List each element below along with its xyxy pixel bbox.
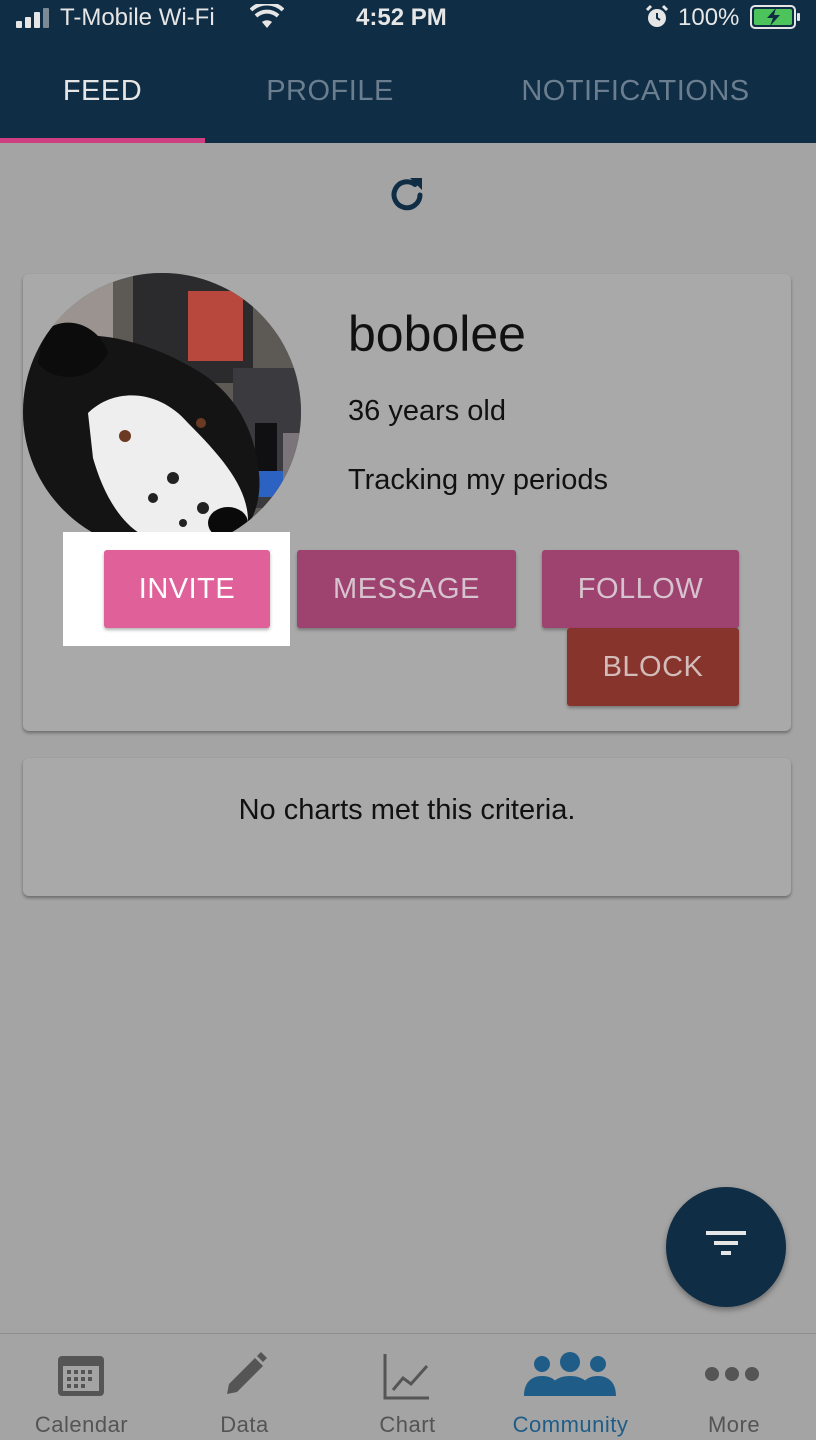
nav-item-community[interactable]: Community: [489, 1334, 652, 1440]
nav-label-chart: Chart: [379, 1412, 436, 1437]
block-button[interactable]: BLOCK: [567, 628, 739, 706]
calendar-icon: [58, 1356, 104, 1396]
refresh-icon[interactable]: [384, 172, 430, 218]
top-tabs: FEED PROFILE NOTIFICATIONS: [0, 60, 816, 143]
nav-item-data[interactable]: Data: [163, 1334, 326, 1440]
more-icon: [705, 1367, 759, 1381]
profile-age: 36 years old: [348, 395, 506, 427]
active-tab-indicator: [0, 138, 205, 143]
follow-button[interactable]: FOLLOW: [542, 550, 739, 628]
nav-item-chart[interactable]: Chart: [326, 1334, 489, 1440]
avatar: [23, 273, 301, 551]
battery-percent: 100%: [678, 4, 740, 31]
nav-item-more[interactable]: More: [652, 1334, 816, 1440]
wifi-icon: [250, 4, 284, 28]
empty-state-text: No charts met this criteria.: [238, 794, 576, 826]
battery-charging-icon: [750, 5, 800, 29]
invite-button[interactable]: INVITE: [104, 550, 270, 628]
nav-label-calendar: Calendar: [34, 1412, 129, 1437]
clock-time: 4:52 PM: [356, 4, 447, 31]
dog-photo: [23, 273, 301, 551]
profile-username: bobolee: [348, 306, 526, 362]
filter-icon: [706, 1231, 746, 1255]
filter-button[interactable]: [666, 1187, 786, 1307]
tab-feed[interactable]: FEED: [0, 60, 205, 143]
nav-item-calendar[interactable]: Calendar: [0, 1334, 163, 1440]
nav-label-community: Community: [512, 1412, 629, 1437]
people-icon: [524, 1352, 616, 1396]
nav-label-data: Data: [220, 1412, 269, 1437]
message-button[interactable]: MESSAGE: [297, 550, 516, 628]
bottom-nav: Calendar Data Chart Community More: [0, 1333, 816, 1440]
status-bar: T-Mobile Wi-Fi 4:52 PM 100%: [0, 0, 816, 40]
carrier-name: T-Mobile Wi-Fi: [60, 4, 215, 31]
app-header: T-Mobile Wi-Fi 4:52 PM 100% FEED PROFILE…: [0, 0, 816, 143]
chart-icon: [383, 1354, 429, 1400]
charts-card: No charts met this criteria.: [23, 758, 791, 896]
alarm-icon: [645, 4, 669, 27]
tab-profile[interactable]: PROFILE: [205, 60, 455, 143]
profile-tracking-purpose: Tracking my periods: [348, 464, 609, 496]
nav-label-more: More: [707, 1412, 761, 1437]
cellular-signal-icon: [16, 8, 49, 28]
pencil-icon: [227, 1352, 267, 1394]
tab-notifications[interactable]: NOTIFICATIONS: [455, 60, 816, 143]
